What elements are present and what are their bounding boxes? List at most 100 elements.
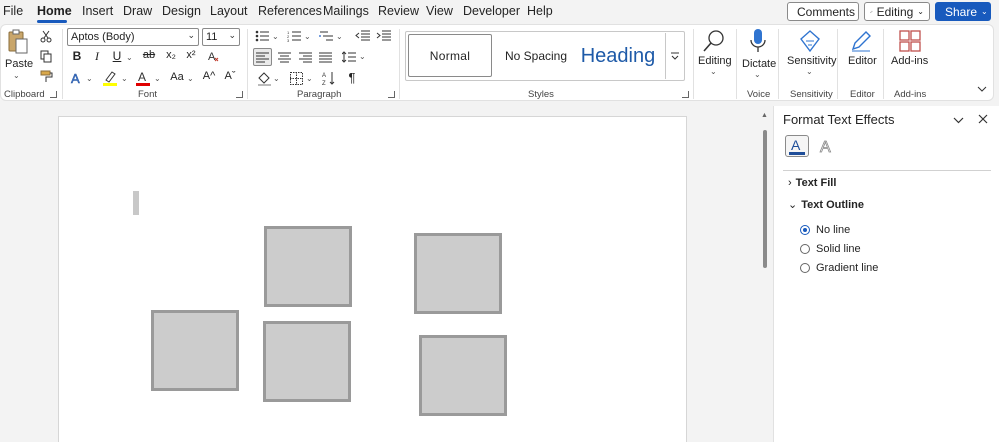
tab-insert[interactable]: Insert	[82, 4, 113, 18]
decrease-indent-icon[interactable]	[354, 29, 370, 43]
multilevel-list-icon[interactable]	[318, 29, 334, 43]
styles-more-button[interactable]	[665, 33, 683, 79]
comments-button[interactable]: Comments	[787, 2, 859, 21]
chevron-down-icon[interactable]: ⌄	[306, 74, 313, 83]
style-heading[interactable]: Heading	[579, 35, 657, 77]
chevron-down-icon[interactable]: ⌄	[272, 32, 279, 41]
underline-button[interactable]: U	[109, 49, 125, 63]
style-no-spacing[interactable]: No Spacing	[495, 35, 577, 77]
paste-icon[interactable]	[7, 29, 29, 55]
text-outline-section-header[interactable]: ⌄ Text Outline	[788, 198, 864, 211]
show-formatting-button[interactable]: ¶	[344, 70, 360, 85]
chevron-down-icon[interactable]: ⌄	[754, 70, 761, 79]
editing-label[interactable]: Editing	[698, 55, 732, 67]
vertical-scrollbar[interactable]: ▲	[761, 112, 769, 442]
sort-icon[interactable]: AZ	[320, 69, 338, 87]
chevron-down-icon[interactable]: ⌄	[126, 53, 133, 62]
tab-view[interactable]: View	[426, 4, 453, 18]
document-page[interactable]	[58, 116, 687, 442]
chevron-down-icon[interactable]: ⌄	[304, 32, 311, 41]
justify-icon[interactable]	[316, 48, 334, 66]
increase-indent-icon[interactable]	[375, 29, 391, 43]
shading-icon[interactable]	[255, 69, 273, 87]
tab-home[interactable]: Home	[37, 4, 72, 18]
bold-button[interactable]: B	[69, 49, 85, 63]
line-spacing-icon[interactable]	[340, 48, 358, 66]
chevron-down-icon[interactable]: ⌄	[86, 74, 93, 83]
chevron-down-icon[interactable]: ⌄	[154, 74, 161, 83]
chevron-down-icon[interactable]: ⌄	[228, 30, 236, 41]
grow-font-button[interactable]: A^	[201, 70, 217, 82]
text-fill-section-header[interactable]: › Text Fill	[788, 177, 836, 189]
text-effects-tab[interactable]: A	[814, 135, 838, 157]
search-icon[interactable]	[701, 28, 727, 54]
chevron-down-icon[interactable]: ⌄	[187, 74, 194, 83]
gradient-line-option[interactable]: Gradient line	[800, 262, 878, 274]
addins-grid-icon[interactable]	[897, 28, 923, 54]
ribbon-collapse-icon[interactable]	[975, 83, 989, 95]
chevron-down-icon[interactable]: ⌄	[13, 71, 20, 80]
radio-no-line[interactable]	[800, 225, 810, 235]
editing-mode-button[interactable]: Editing ⌄	[864, 2, 930, 21]
editor-pen-icon[interactable]	[848, 28, 874, 54]
superscript-button[interactable]: x²	[183, 49, 199, 61]
radio-solid-line[interactable]	[800, 244, 810, 254]
solid-line-option[interactable]: Solid line	[800, 243, 861, 255]
font-color-icon[interactable]: A	[135, 69, 151, 87]
pane-options-chevron-icon[interactable]	[951, 114, 965, 126]
addins-label[interactable]: Add-ins	[891, 55, 928, 67]
chevron-down-icon[interactable]: ⌄	[187, 30, 195, 41]
chevron-down-icon[interactable]: ⌄	[336, 32, 343, 41]
copy-icon[interactable]	[39, 49, 53, 63]
align-center-icon[interactable]	[275, 48, 293, 66]
microphone-icon[interactable]	[746, 28, 770, 54]
paragraph-dialog-launcher[interactable]	[388, 91, 395, 98]
font-name-combo[interactable]: Aptos (Body) ⌄	[67, 28, 199, 46]
share-button[interactable]: Share ⌄	[935, 2, 991, 21]
scroll-up-icon[interactable]: ▲	[761, 112, 768, 119]
dictate-label[interactable]: Dictate	[742, 58, 776, 70]
chevron-down-icon[interactable]: ⌄	[359, 52, 366, 61]
format-painter-icon[interactable]	[39, 69, 53, 83]
align-left-button[interactable]	[253, 48, 272, 66]
text-fill-outline-tab[interactable]: A	[785, 135, 809, 157]
tab-draw[interactable]: Draw	[123, 4, 152, 18]
italic-button[interactable]: I	[89, 49, 105, 64]
borders-icon[interactable]	[287, 69, 305, 87]
chevron-down-icon[interactable]: ⌄	[710, 67, 717, 76]
change-case-button[interactable]: Aa	[168, 71, 186, 83]
rectangle-shape[interactable]	[419, 335, 507, 416]
strikethrough-button[interactable]: ab	[141, 49, 157, 61]
chevron-down-icon[interactable]: ⌄	[273, 74, 280, 83]
numbering-icon[interactable]: 123	[286, 29, 302, 43]
editor-label[interactable]: Editor	[848, 55, 877, 67]
tab-references[interactable]: References	[258, 4, 322, 18]
paste-label[interactable]: Paste	[5, 58, 33, 70]
bullets-icon[interactable]	[254, 29, 270, 43]
tab-help[interactable]: Help	[527, 4, 553, 18]
highlight-icon[interactable]	[102, 69, 118, 87]
no-line-option[interactable]: No line	[800, 224, 850, 236]
tab-file[interactable]: File	[3, 4, 23, 18]
clear-formatting-icon[interactable]: A	[206, 48, 222, 64]
sensitivity-label[interactable]: Sensitivity	[787, 55, 837, 67]
tab-layout[interactable]: Layout	[210, 4, 248, 18]
clipboard-dialog-launcher[interactable]	[50, 91, 57, 98]
style-normal[interactable]: Normal	[408, 34, 492, 77]
subscript-button[interactable]: x₂	[163, 49, 179, 61]
close-icon[interactable]	[976, 112, 990, 126]
align-right-icon[interactable]	[296, 48, 314, 66]
font-dialog-launcher[interactable]	[236, 91, 243, 98]
rectangle-shape[interactable]	[151, 310, 239, 391]
chevron-down-icon[interactable]: ⌄	[806, 67, 813, 76]
sensitivity-icon[interactable]	[797, 28, 823, 54]
font-size-combo[interactable]: 11 ⌄	[202, 28, 240, 46]
text-effects-icon[interactable]: A	[69, 70, 85, 86]
rectangle-shape[interactable]	[414, 233, 502, 314]
scrollbar-thumb[interactable]	[763, 130, 767, 268]
styles-dialog-launcher[interactable]	[682, 91, 689, 98]
tab-design[interactable]: Design	[162, 4, 201, 18]
rectangle-shape[interactable]	[264, 226, 352, 307]
cut-icon[interactable]	[39, 29, 53, 43]
tab-developer[interactable]: Developer	[463, 4, 520, 18]
